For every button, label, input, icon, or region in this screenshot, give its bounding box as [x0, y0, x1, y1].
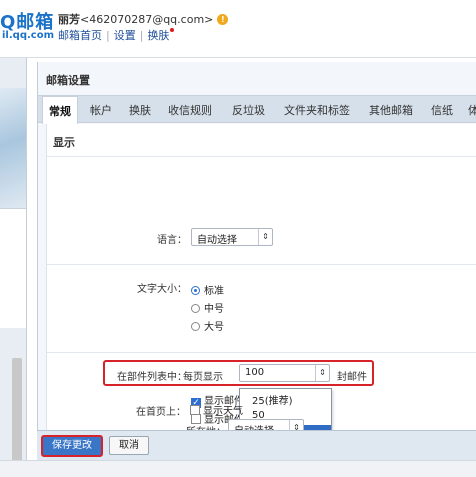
link-separator: |: [106, 29, 110, 42]
radio-label: 大号: [204, 322, 224, 333]
settings-content: 显示 语言： 自动选择 ⇕ 文字大小： 标准 中号 大号 在部件列表中： 每页显…: [46, 124, 476, 447]
language-label: 语言：: [157, 235, 187, 246]
divider: [47, 264, 476, 265]
dropdown-option-25[interactable]: 25(推荐): [240, 389, 331, 407]
font-size-option-standard[interactable]: 标准: [191, 282, 224, 297]
tab-accounts[interactable]: 帐户: [90, 102, 112, 118]
updown-arrow-icon: ⇕: [258, 229, 272, 245]
homepage-label: 在首页上：: [136, 407, 186, 418]
link-separator: |: [139, 29, 144, 42]
panel-title: 邮箱设置: [46, 74, 90, 87]
divider: [47, 156, 476, 157]
tab-more[interactable]: 体: [468, 102, 476, 118]
radio-label: 中号: [204, 304, 224, 315]
radio-selected-icon[interactable]: [191, 286, 200, 295]
sidebar-scrollbar[interactable]: [12, 358, 22, 468]
language-select[interactable]: 自动选择 ⇕: [191, 228, 273, 246]
settings-tabs: 常规 帐户 换肤 收信规则 反垃圾 文件夹和标签 其他邮箱 信纸 体: [38, 95, 476, 124]
radio-icon[interactable]: [191, 322, 200, 331]
checkbox-label: 显示天气: [203, 406, 243, 417]
settings-link[interactable]: 设置: [114, 29, 136, 42]
section-title-display: 显示: [53, 136, 75, 149]
save-button[interactable]: 保存更改: [41, 435, 103, 457]
top-header: Q邮箱 il.qq.com 丽芳<462070287@qq.com>! 邮箱首页…: [0, 0, 476, 58]
warning-icon[interactable]: !: [217, 14, 229, 25]
tab-anti-spam[interactable]: 反垃圾: [232, 102, 265, 118]
font-size-label: 文字大小：: [137, 284, 187, 295]
tab-folders-labels[interactable]: 文件夹和标签: [284, 102, 350, 118]
footer-strip: [0, 460, 476, 477]
tab-other-mailboxes[interactable]: 其他邮箱: [369, 102, 413, 118]
radio-label: 标准: [204, 286, 224, 297]
highlight-box: [103, 360, 374, 386]
sidebar-folder-area: [0, 208, 26, 328]
font-size-option-large[interactable]: 大号: [191, 318, 224, 333]
user-email: <462070287@qq.com>: [80, 13, 214, 26]
divider: [47, 352, 476, 353]
checkbox-icon[interactable]: [190, 405, 200, 415]
left-sidebar: [0, 58, 27, 477]
logo-domain: il.qq.com: [2, 30, 54, 41]
tab-receive-rules[interactable]: 收信规则: [168, 102, 212, 118]
tab-stationery[interactable]: 信纸: [431, 102, 453, 118]
action-bar: 保存更改 取消: [37, 430, 476, 460]
radio-icon[interactable]: [191, 304, 200, 313]
show-weather-option[interactable]: 显示天气: [190, 402, 243, 417]
user-info: 丽芳<462070287@qq.com>!: [58, 11, 229, 27]
settings-panel: 邮箱设置 常规 帐户 换肤 收信规则 反垃圾 文件夹和标签 其他邮箱 信纸 体 …: [37, 62, 476, 477]
user-name: 丽芳: [58, 13, 80, 26]
tab-skin[interactable]: 换肤: [129, 102, 151, 118]
language-value: 自动选择: [197, 235, 237, 246]
font-size-option-medium[interactable]: 中号: [191, 300, 224, 315]
skin-link[interactable]: 换肤: [147, 29, 169, 42]
cancel-button[interactable]: 取消: [109, 436, 149, 455]
mailbox-home-link[interactable]: 邮箱首页: [58, 29, 102, 42]
tab-general[interactable]: 常规: [42, 96, 78, 124]
top-links: 邮箱首页 | 设置 | 换肤: [58, 27, 175, 43]
new-dot-icon: [170, 28, 175, 32]
sidebar-banner: [0, 88, 26, 208]
